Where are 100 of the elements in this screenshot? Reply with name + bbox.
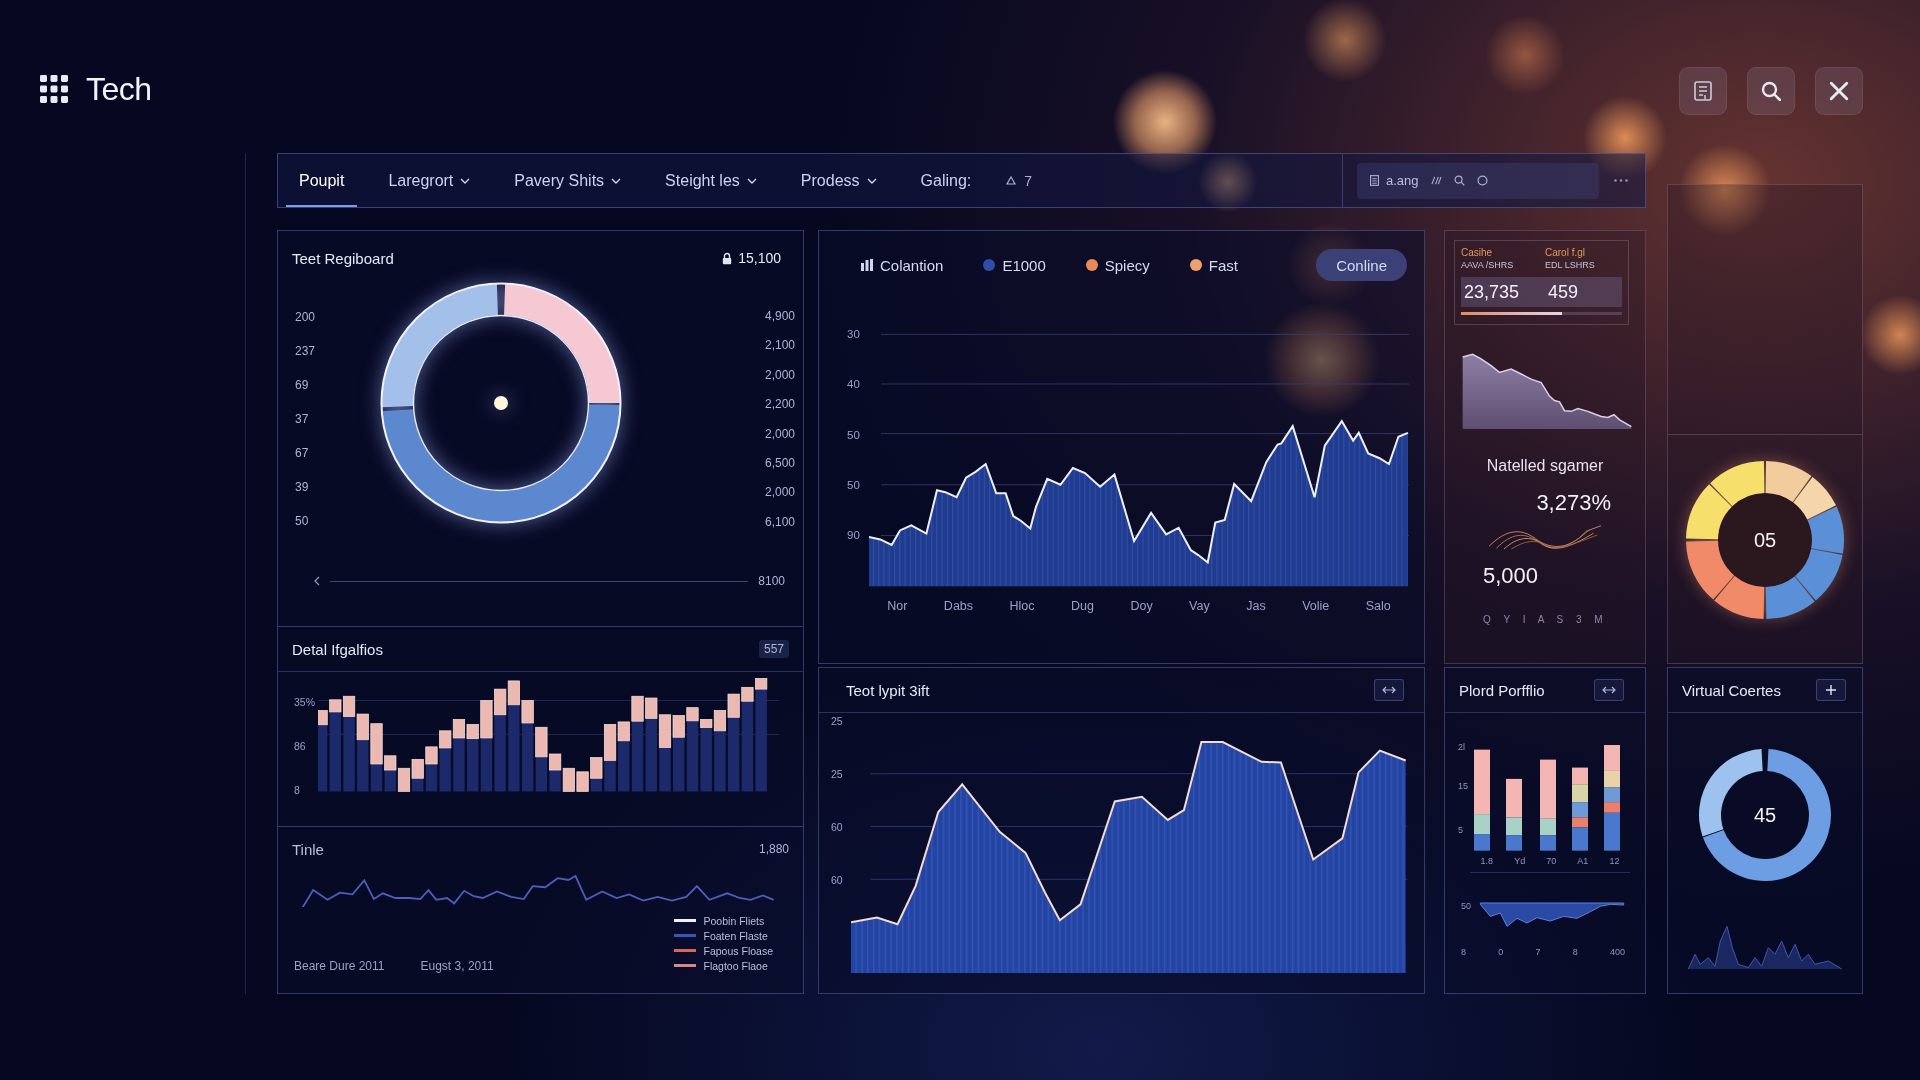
axis-label: Doy bbox=[1130, 599, 1153, 613]
scale-label: 2,100 bbox=[764, 337, 795, 355]
axis-label: Vay bbox=[1189, 599, 1210, 613]
metric-amount: 5,000 bbox=[1483, 563, 1540, 589]
axis-label: 60 bbox=[831, 873, 844, 888]
nav-tab[interactable]: Laregrort bbox=[375, 154, 484, 207]
axis-label: 8 bbox=[1572, 947, 1578, 957]
arrows-icon bbox=[1382, 686, 1396, 694]
date-label: Eugst 3, 2011 bbox=[420, 959, 494, 973]
axis-label: 35% bbox=[294, 696, 316, 708]
action-button[interactable]: Conline bbox=[1316, 249, 1407, 281]
nav-tab[interactable]: Galing: bbox=[907, 154, 985, 207]
axis-label: Dabs bbox=[943, 599, 974, 613]
more-icon bbox=[1614, 179, 1628, 182]
scale-label: 39 bbox=[295, 479, 310, 496]
axis-label: A1 bbox=[1577, 856, 1589, 866]
legend-label: Foaten Flaste bbox=[703, 929, 768, 942]
axis-label: 50 bbox=[1461, 901, 1471, 911]
app-title: Tech bbox=[86, 70, 152, 108]
panel-button[interactable] bbox=[1679, 67, 1727, 115]
nav-tab[interactable]: Pavery Shits bbox=[501, 154, 635, 207]
scale-label: 2,000 bbox=[764, 425, 795, 443]
arrows-icon bbox=[1602, 686, 1616, 694]
nav-tab[interactable]: Poupit bbox=[286, 154, 358, 207]
total-value: 15,100 bbox=[738, 250, 781, 266]
axis-label: Jas bbox=[1246, 599, 1266, 613]
scale-label: 6,100 bbox=[764, 513, 795, 531]
axis-label: Volie bbox=[1302, 599, 1330, 613]
axis-label: Yd bbox=[1514, 856, 1526, 866]
axis-label: 8100 bbox=[758, 574, 785, 588]
axis-label: Nor bbox=[887, 599, 908, 613]
nav-tab[interactable]: Steight les bbox=[652, 154, 770, 207]
axis-label: 7 bbox=[1535, 947, 1541, 957]
axis-label: 25 bbox=[831, 767, 844, 782]
expand-button[interactable] bbox=[1374, 679, 1404, 701]
axis-label: 40 bbox=[847, 377, 861, 393]
axis-label: 50 bbox=[847, 427, 861, 443]
bar-chart-icon bbox=[861, 259, 873, 271]
stat-label: Casihe bbox=[1461, 247, 1494, 259]
axis-label: 86 bbox=[294, 740, 307, 752]
plus-icon bbox=[1826, 685, 1836, 695]
panel-title: Teet Regiboard bbox=[292, 249, 394, 267]
panel-title: Tinle bbox=[292, 840, 324, 858]
scale-label: 67 bbox=[295, 445, 310, 462]
scale-label: 2,000 bbox=[764, 366, 795, 384]
scale-label: 69 bbox=[295, 377, 310, 394]
nav-tab[interactable]: Prodess bbox=[787, 154, 890, 207]
search-button[interactable] bbox=[1747, 67, 1795, 115]
app-grid-icon[interactable] bbox=[40, 75, 68, 103]
legend-label: Fapous Floase bbox=[703, 944, 773, 957]
add-button[interactable] bbox=[1816, 679, 1846, 701]
close-button[interactable] bbox=[1815, 67, 1863, 115]
course-value: 45 bbox=[1753, 803, 1777, 827]
axis-label: 1.8 bbox=[1480, 856, 1494, 866]
panel-title: Teot lypit 3ift bbox=[846, 681, 930, 699]
axis-label: 12 bbox=[1609, 856, 1620, 866]
stat-value: 23,735 bbox=[1464, 281, 1521, 304]
stat-caption: AAVA /SHRS bbox=[1461, 259, 1515, 271]
axis-label: 2l bbox=[1458, 741, 1466, 753]
search-field[interactable]: a.ang bbox=[1357, 162, 1599, 199]
panel-title: Virtual Coertes bbox=[1682, 681, 1781, 699]
stat-label: Carol f.gl bbox=[1545, 247, 1586, 259]
stat-value: 459 bbox=[1548, 281, 1580, 304]
legend-label: Poobin Fliets bbox=[703, 914, 765, 927]
axis-label: 25 bbox=[831, 714, 844, 729]
scale-label: 50 bbox=[295, 513, 310, 530]
notification-count: 7 bbox=[1024, 172, 1033, 189]
legend-label: Colantion bbox=[880, 256, 944, 274]
double-slash-icon bbox=[1430, 175, 1442, 186]
scale-label: 4,900 bbox=[764, 308, 795, 325]
search-icon bbox=[1453, 175, 1465, 186]
axis-label: 30 bbox=[847, 327, 861, 342]
document-icon bbox=[1369, 175, 1380, 186]
expand-button[interactable] bbox=[1594, 679, 1624, 701]
close-icon bbox=[1829, 81, 1849, 101]
axis-label: 0 bbox=[1498, 947, 1504, 957]
axis-label: 8 bbox=[294, 784, 301, 796]
axis-label: Q Y I A S 3 M bbox=[1483, 613, 1609, 627]
document-icon bbox=[1693, 81, 1713, 101]
scale-label: 2,200 bbox=[764, 396, 795, 414]
scale-label: 37 bbox=[295, 411, 310, 428]
metric-title: Natelled sgamer bbox=[1486, 456, 1604, 476]
panel-title: Plord Porfflio bbox=[1459, 681, 1545, 699]
lock-icon bbox=[722, 251, 733, 265]
scale-label: 2,000 bbox=[764, 484, 795, 502]
axis-label: Salo bbox=[1365, 599, 1391, 613]
count-badge: 557 bbox=[758, 640, 789, 658]
chevron-left-icon bbox=[314, 576, 320, 586]
legend-label: E1000 bbox=[1002, 256, 1046, 274]
stat-caption: EDL LSHRS bbox=[1545, 259, 1596, 271]
scale-label: 237 bbox=[295, 343, 317, 360]
axis-label: 15 bbox=[1458, 780, 1469, 792]
axis-label: Dug bbox=[1071, 599, 1094, 613]
axis-label: 400 bbox=[1609, 947, 1625, 957]
axis-label: 90 bbox=[847, 528, 861, 544]
metric-percent: 3,273% bbox=[1536, 490, 1611, 516]
axis-label: 5 bbox=[1458, 824, 1464, 836]
axis-label: 8 bbox=[1461, 947, 1466, 957]
panel-title: Detal Ifgalfios bbox=[292, 640, 383, 658]
date-label: Beare Dure 2011 bbox=[294, 959, 385, 973]
